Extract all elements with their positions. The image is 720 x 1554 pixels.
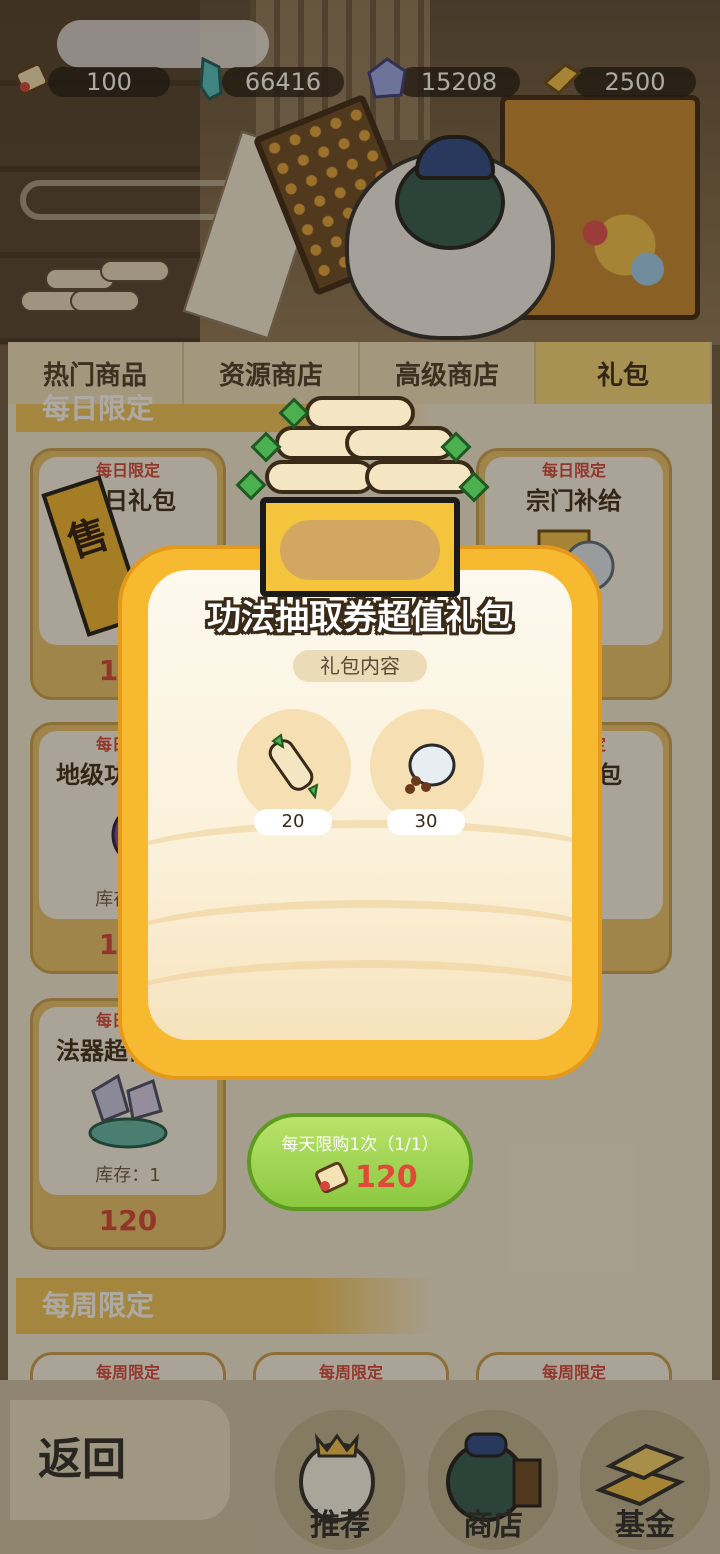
popup-item-1[interactable] (237, 709, 351, 823)
popup-content-label: 礼包内容 (293, 650, 427, 682)
popup-title: 功法抽取券超值礼包 (207, 598, 513, 638)
plaque-ornament (280, 520, 440, 580)
popup-item-2-count: 30 (387, 809, 465, 835)
technique-scroll-icon (268, 733, 319, 800)
buy-price: 120 (355, 1160, 418, 1195)
popup-item-2[interactable] (370, 709, 484, 823)
scroll-bundle-icon (235, 388, 490, 508)
scroll-ticket-icon (313, 1158, 353, 1198)
pill-gourd-icon (405, 743, 456, 794)
popup-content-area (148, 570, 572, 1040)
popup-item-1-count: 20 (254, 809, 332, 835)
purchase-limit-text: 每天限购1次（1/1） (281, 1135, 439, 1155)
